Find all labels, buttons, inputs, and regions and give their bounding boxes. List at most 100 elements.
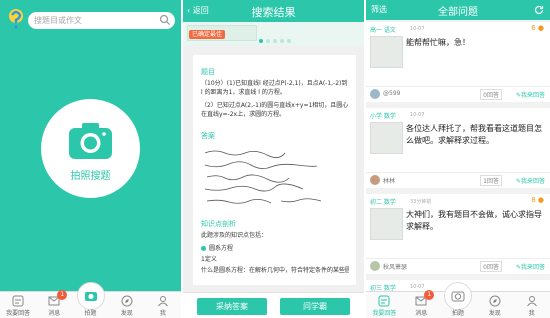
carousel-dot [273,39,277,43]
handwritten-answer-image [204,150,322,204]
coin-icon: ● [537,196,544,204]
tab-messages[interactable]: 1 消息 [36,290,72,318]
search-placeholder: 搜题目或作文 [34,16,82,25]
result-carousel[interactable]: 已确定最佳 [183,22,364,46]
camera-icon [451,291,465,302]
result-card: 题目 （10分）(1)已知直线l 经过点P(-2,1)，且点A(-1,-2)到 … [193,55,356,285]
answer-button-label: 我来回答 [520,264,545,271]
tab-capture[interactable]: 拍题 [72,282,108,318]
bottom-tab-bar: 我要回答 1 消息 拍题 发现 我 [0,282,181,318]
reward-coins-value: 6 [531,24,536,32]
question-thumbnail[interactable] [370,208,403,240]
tab-me[interactable]: 我 [145,292,181,318]
bullet-dot [201,246,206,251]
question-subject: 高一 语文 [370,27,396,34]
tab-me[interactable]: 我 [513,292,550,318]
message-badge: 1 [57,290,68,300]
capture-bubble [443,282,472,310]
camera-icon [84,292,97,301]
question-user: @599 [383,90,401,97]
tab-answer-label: 我要回答 [372,310,397,317]
question-section-title: 题目 [201,68,215,76]
question-card[interactable]: 小学 数学 10-07 各位达人拜托了，帮我看看这道题目怎么做吧。求解释求过程。… [366,108,550,188]
tab-capture-label: 拍题 [84,310,97,317]
capture-bubble [76,282,105,310]
carousel-dot [287,39,291,43]
question-text: 能帮帮忙嘛，急！ [406,38,470,47]
compass-icon [121,295,133,307]
answer-button-label: 我来回答 [520,178,545,185]
question-footer: 秋风萧瑟 0回答 ✎我来回答 [366,258,550,272]
answer-count: 0回答 [480,261,502,272]
tab-answer[interactable]: 我要回答 [0,292,36,318]
tab-discover[interactable]: 发现 [476,292,513,318]
avatar [370,175,380,185]
refresh-icon[interactable] [534,5,544,15]
avatar [370,89,380,99]
app-logo-icon [9,9,23,29]
question-time: 10-07 [410,26,425,32]
question-subject: 小学 数学 [370,113,396,120]
tab-discover-label: 发现 [488,310,501,317]
question-footer: 林林 1回答 ✎我来回答 [366,172,550,186]
question-card[interactable]: 高一 语文 10-07 6 ● 能帮帮忙嘛，急！ @599 0回答 ✎我来回答 [366,22,550,102]
compass-icon [489,295,501,307]
tab-messages-label: 消息 [48,310,61,317]
tab-me-label: 我 [528,310,535,317]
answer-icon [12,295,24,307]
search-result-screen: ‹ 返回 搜索结果 已确定最佳 题目 （10分）(1)已知直线l 经过点P(-2… [183,0,364,318]
answer-button[interactable]: ✎我来回答 [516,262,545,271]
question-time: 33分钟前 [410,199,432,205]
coin-icon: ● [537,24,544,32]
questions-screen: 筛选 全部问题 高一 语文 10-07 6 ● 能帮帮忙嘛，急！ @599 0回… [366,0,550,318]
question-text: 各位达人拜托了，帮我看看这道题目怎么做吧。求解释求过程。 [406,124,542,145]
tab-capture-label: 拍题 [451,310,464,317]
analysis-def-text: 什么是圆系方程：在解析几何中，符合特定条件的某些圆构 [201,267,349,274]
question-thumbnail[interactable] [370,36,403,68]
question-time: 10-07 [410,284,425,290]
answer-button-label: 我来回答 [520,92,545,99]
carousel-dot [280,39,284,43]
avatar [370,261,380,271]
bottom-tab-bar: 我要回答 1 消息 拍题 发现 我 [366,282,550,318]
question-user: 林林 [383,178,396,185]
answer-button[interactable]: ✎我来回答 [516,90,545,99]
best-answer-tag: 已确定最佳 [189,30,226,39]
reward-coins-value: 8 [531,196,536,204]
question-text: 大神们，我有题目不会做，诚心求指导求解释。 [406,210,542,231]
answer-button[interactable]: ✎我来回答 [516,176,545,185]
carousel-dot [266,39,270,43]
tab-messages[interactable]: 1 消息 [403,290,440,318]
carousel-dots [259,39,291,43]
camera-icon [69,123,112,159]
screens-collage: 搜题目或作文 拍照搜题 我要回答 1 消息 拍题 发现 我 ‹ 返回 搜索结果 … [0,0,550,318]
answer-icon [378,295,390,307]
question-footer: @599 0回答 ✎我来回答 [366,86,550,100]
result-actions: 采纳答案 问学霸 [183,292,364,318]
analysis-def-title: 1定义 [201,256,217,263]
analysis-section-title: 知识点剖析 [201,220,236,228]
ask-expert-button[interactable]: 问学霸 [280,298,350,315]
page-title: 搜索结果 [251,6,296,19]
user-icon [158,296,168,307]
home-header: 搜题目或作文 [0,0,181,40]
tab-capture[interactable]: 拍题 [440,282,477,318]
question-thumbnail[interactable] [370,122,403,154]
tab-messages-label: 消息 [415,310,428,317]
reward-coins: 8 ● [531,196,544,204]
tab-answer[interactable]: 我要回答 [366,292,403,318]
page-title: 全部问题 [438,7,478,18]
answer-section-title: 答案 [201,132,215,140]
tab-discover[interactable]: 发现 [109,292,145,318]
home-screen: 搜题目或作文 拍照搜题 我要回答 1 消息 拍题 发现 我 [0,0,181,318]
analysis-intro: 此题涉及的知识点包括： [201,232,268,239]
accept-answer-button[interactable]: 采纳答案 [197,298,267,315]
search-input[interactable]: 搜题目或作文 [28,12,175,29]
search-icon[interactable] [159,14,171,26]
camera-search-button[interactable]: 拍照搜题 [41,99,140,198]
question-card[interactable]: 初二 数学 33分钟前 8 ● 大神们，我有题目不会做，诚心求指导求解释。 秋风… [366,194,550,274]
analysis-bullet[interactable]: 圆系方程 [201,243,233,252]
question-text-2: （2）已知过点A(2,-1)的圆与直线x+y=1相切，且圆心在直线y=-2x上，… [201,102,349,118]
answer-count: 1回答 [480,175,502,186]
question-text-1: （10分）(1)已知直线l 经过点P(-2,1)，且点A(-1,-2)到 l 的… [201,80,348,96]
